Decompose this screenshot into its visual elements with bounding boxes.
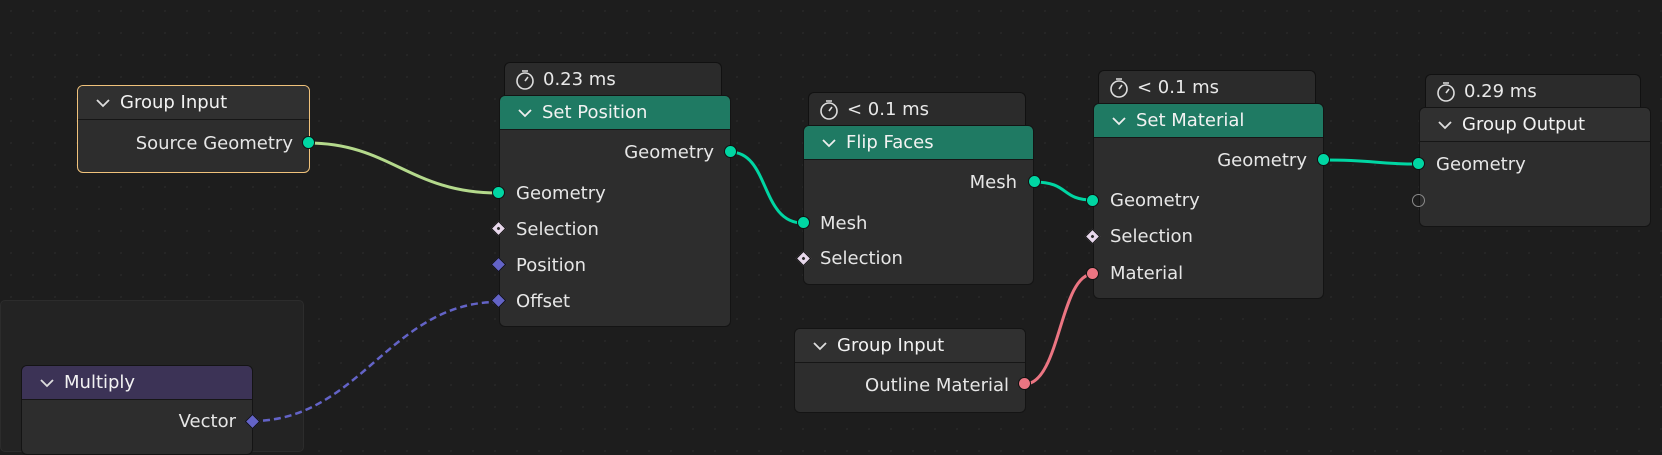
timing-value: < 0.1 ms: [1137, 77, 1220, 98]
input-label: Selection: [820, 248, 903, 269]
node-header[interactable]: Set Material: [1094, 104, 1323, 138]
output-label: Geometry: [624, 142, 714, 163]
node-header[interactable]: Multiply: [22, 366, 252, 400]
output-socket[interactable]: [1317, 153, 1330, 166]
timing-value: 0.23 ms: [543, 69, 616, 90]
chevron-down-icon[interactable]: [40, 378, 54, 388]
timing-value: < 0.1 ms: [847, 99, 930, 120]
node-title: Flip Faces: [846, 132, 934, 153]
input-socket[interactable]: [797, 216, 810, 229]
output-label: Vector: [178, 411, 236, 432]
input-label: Mesh: [820, 213, 868, 234]
output-label: Outline Material: [865, 375, 1009, 396]
timing-value: 0.29 ms: [1464, 81, 1537, 102]
group-input-node[interactable]: Group Input Outline Material: [794, 328, 1026, 413]
group-output-node[interactable]: Group Output Geometry: [1419, 107, 1651, 227]
output-label: Mesh: [969, 172, 1017, 193]
output-label: Geometry: [1217, 150, 1307, 171]
flip-faces-node[interactable]: Flip Faces Mesh Mesh Selection: [803, 125, 1034, 285]
input-label: Geometry: [1110, 190, 1200, 211]
node-title: Set Position: [542, 102, 648, 123]
chevron-down-icon[interactable]: [1112, 116, 1126, 126]
empty-input-socket[interactable]: [1412, 194, 1425, 207]
input-socket[interactable]: [1412, 157, 1425, 170]
link-set-position-to-flip: [729, 150, 804, 225]
chevron-down-icon[interactable]: [813, 341, 827, 351]
link-outline-material: [1024, 272, 1094, 386]
stopwatch-icon: [1110, 78, 1128, 98]
node-header[interactable]: Group Input: [78, 86, 309, 120]
node-header[interactable]: Group Output: [1420, 108, 1650, 142]
set-position-node[interactable]: Set Position Geometry Geometry Selection…: [499, 95, 731, 327]
input-label: Position: [516, 255, 587, 276]
input-label: Selection: [1110, 226, 1193, 247]
node-header[interactable]: Group Input: [795, 329, 1025, 363]
link-set-material-to-output: [1322, 158, 1419, 166]
input-label: Geometry: [516, 183, 606, 204]
chevron-down-icon[interactable]: [96, 98, 110, 108]
node-header[interactable]: Set Position: [500, 96, 730, 130]
set-material-node[interactable]: Set Material Geometry Geometry Selection…: [1093, 103, 1324, 299]
output-label: Source Geometry: [135, 133, 293, 154]
timing-overlay: < 0.1 ms: [808, 92, 1026, 126]
output-socket[interactable]: [724, 145, 737, 158]
node-title: Group Input: [837, 335, 945, 356]
node-title: Set Material: [1136, 110, 1245, 131]
timing-overlay: 0.29 ms: [1425, 74, 1641, 108]
node-title: Multiply: [64, 372, 136, 393]
input-label: Geometry: [1436, 154, 1526, 175]
output-socket[interactable]: [1028, 175, 1041, 188]
stopwatch-icon: [1437, 82, 1455, 102]
chevron-down-icon[interactable]: [518, 108, 532, 118]
chevron-down-icon[interactable]: [822, 138, 836, 148]
input-label: Offset: [516, 291, 571, 312]
chevron-down-icon[interactable]: [1438, 120, 1452, 130]
output-socket[interactable]: [302, 136, 315, 149]
timing-overlay: < 0.1 ms: [1098, 70, 1316, 104]
input-socket[interactable]: [1086, 194, 1099, 207]
link-flip-to-set-material: [1033, 180, 1094, 202]
stopwatch-icon: [516, 70, 534, 90]
input-label: Selection: [516, 219, 599, 240]
node-title: Group Input: [120, 92, 228, 113]
input-socket[interactable]: [492, 186, 505, 199]
timing-overlay: 0.23 ms: [504, 62, 722, 96]
node-title: Group Output: [1462, 114, 1586, 135]
input-socket[interactable]: [1086, 267, 1099, 280]
input-label: Material: [1110, 263, 1184, 284]
node-header[interactable]: Flip Faces: [804, 126, 1033, 160]
link-source-geometry: [307, 141, 499, 195]
output-socket[interactable]: [1018, 377, 1031, 390]
stopwatch-icon: [820, 100, 838, 120]
group-input-node[interactable]: Group Input Source Geometry: [77, 85, 310, 173]
